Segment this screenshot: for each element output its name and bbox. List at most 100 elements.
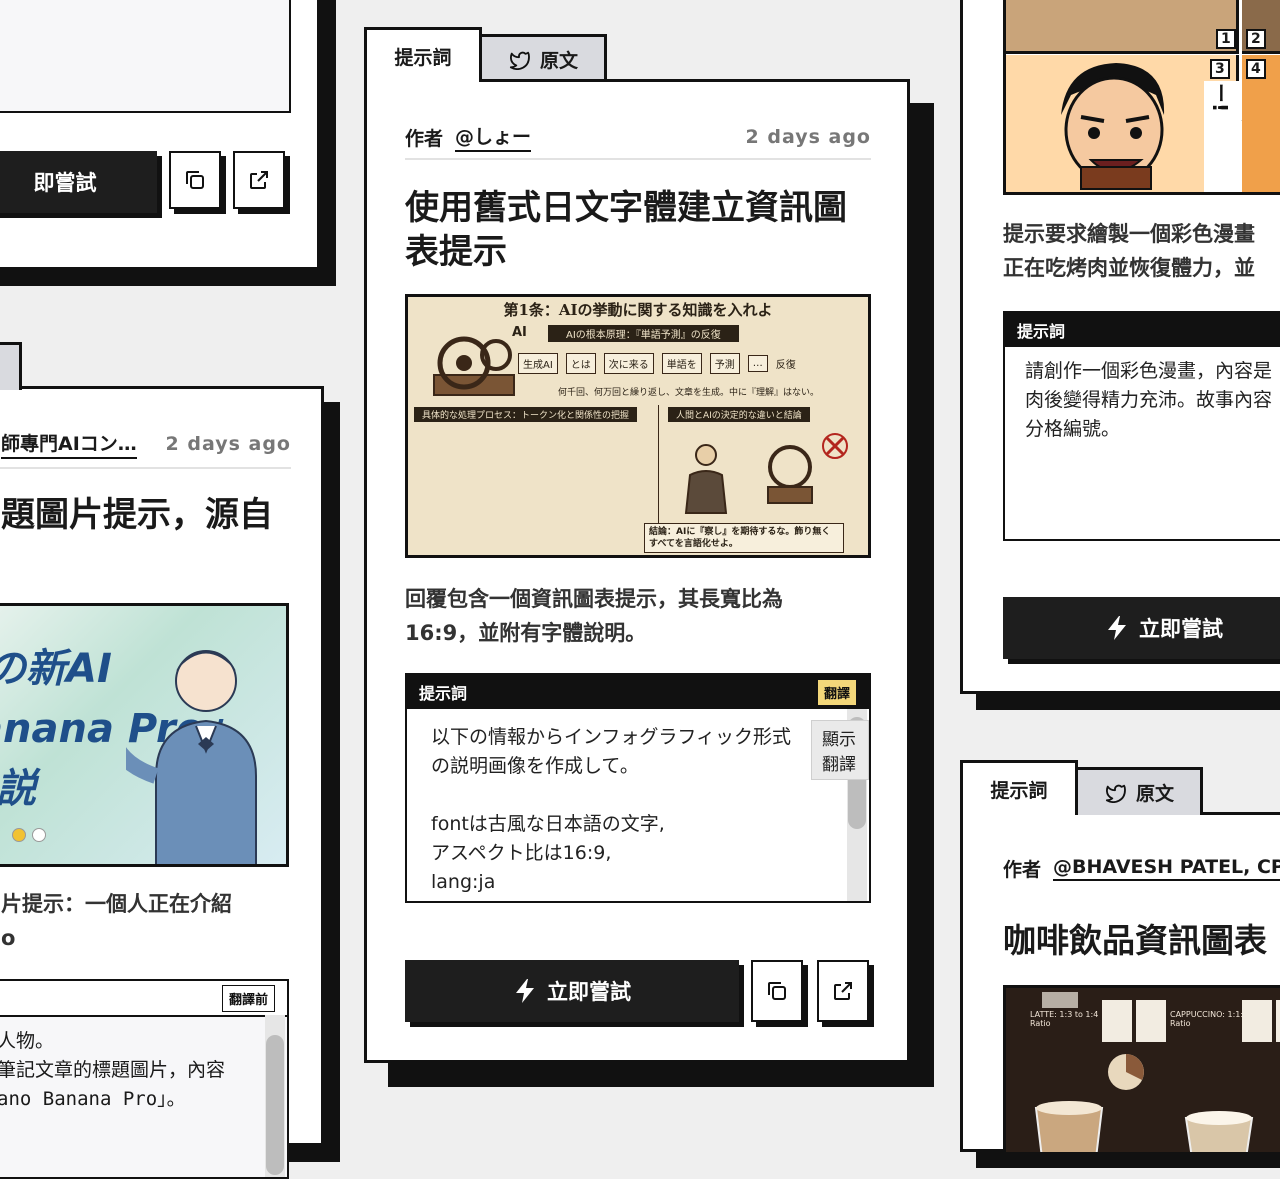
prompt-card-right-top: 1 2 3 うんめぇー! 4 提示要求繪製一個彩色漫畫 正在吃烤肉並恢復體力，並… — [960, 0, 1280, 694]
try-now-button[interactable]: 立即嘗試 — [405, 960, 739, 1022]
tab-original-label: 原文 — [539, 50, 578, 72]
external-link-icon — [250, 171, 268, 189]
author-label: 作者 — [405, 127, 444, 150]
translate-badge[interactable]: 翻譯 — [816, 678, 857, 706]
infographic-subtitle: AIの根本原理：『単語予測』の反復 — [548, 325, 739, 342]
author-link[interactable]: @しょー — [455, 122, 532, 152]
desc-line-2: o — [1, 926, 16, 950]
prompt-card-left: 師專門AIコン… 2 days ago 題圖片提示，源自 の新AI anana … — [0, 386, 324, 1179]
coffee-cups-illustration — [1034, 992, 1280, 1152]
scrollbar-thumb[interactable] — [266, 1035, 284, 1175]
prompt-box-header: 提示詞 — [1005, 313, 1280, 347]
tab-prompt[interactable]: 提示詞 — [364, 27, 482, 82]
desc-line-1: 提示要求繪製一個彩色漫畫 — [1003, 222, 1255, 246]
lightning-icon — [516, 979, 534, 1003]
manga-panel-1 — [1006, 0, 1239, 54]
tab-original[interactable]: 原文 — [1075, 767, 1203, 815]
show-translation-tooltip[interactable]: 顯示翻譯 — [811, 720, 869, 780]
prompt-line: ano Banana Pro」。 — [0, 1088, 186, 1110]
open-external-button[interactable] — [817, 960, 869, 1022]
card-title: 咖啡飲品資訊圖表 — [1003, 921, 1267, 960]
preview-image[interactable]: LATTE: 1:3 to 1:4 Ratio CAPPUCCINO: 1:1:… — [1003, 985, 1280, 1155]
prompt-card-right-bottom: 作者 @BHAVESH PATEL, CPA 咖啡飲品資訊圖表 LATTE: 1… — [960, 812, 1280, 1155]
copy-icon — [186, 171, 204, 189]
flow-step: 生成AI — [518, 353, 558, 374]
card-title: 題圖片提示，源自 — [1, 495, 273, 535]
tab-original-label: 原文 — [1135, 783, 1174, 805]
presenter-illustration — [126, 650, 257, 864]
try-now-label: 即嘗試 — [33, 171, 97, 195]
open-external-button[interactable] — [233, 151, 285, 209]
prompt-box: 翻譯前 人物。 筆記文章的標題圖片，內容 ano Banana Pro」。 — [0, 979, 289, 1179]
prompt-line: 人物。 — [0, 1030, 55, 1052]
card-meta: 作者 @BHAVESH PATEL, CPA — [1003, 855, 1280, 882]
desc-line-2: 正在吃烤肉並恢復體力，並 — [1003, 256, 1255, 280]
tab-prompt-label: 提示詞 — [990, 779, 1048, 802]
prompt-scrollbar[interactable] — [265, 1015, 285, 1177]
flow-step: … — [747, 355, 768, 372]
prompt-card-left-top: 即嘗試 — [0, 0, 320, 270]
flow-step: とは — [565, 353, 596, 374]
carousel-dot[interactable] — [32, 828, 46, 842]
prompt-lines: 人物。 筆記文章的標題圖片，內容 ano Banana Pro」。 — [0, 1017, 287, 1177]
card-title: 使用舊式日文字體建立資訊圖表提示 — [405, 188, 847, 272]
infographic-left-heading: 具体的な処理プロセス：トークン化と関係性の把握 — [414, 407, 638, 422]
panel-number: 2 — [1246, 29, 1266, 49]
prompt-box-title: 提示詞 — [419, 684, 468, 703]
card-description: 片提示：一個人正在介紹 o — [1, 887, 232, 955]
flow-step: 単語を — [661, 353, 702, 374]
copy-button[interactable] — [751, 960, 803, 1022]
infographic-flow: 生成AI とは 次に来る 単語を 予測 … 反復 — [518, 353, 796, 374]
tab-original[interactable]: 原文 — [479, 34, 607, 82]
preview-image[interactable]: 1 2 3 うんめぇー! 4 — [1003, 0, 1280, 195]
prompt-box-header: 提示詞 翻譯 — [407, 675, 869, 709]
image-text-line1: の新AI — [0, 646, 112, 692]
infographic-right-heading: 人間とAIの決定的な違いと結論 — [668, 407, 810, 422]
infographic-title: 第1条：AIの挙動に関する知識を入れよ — [503, 301, 773, 319]
flow-step: 次に来る — [603, 353, 654, 374]
author-section: 作者 @しょー — [405, 122, 532, 152]
post-time: 2 days ago — [745, 126, 871, 148]
twitter-bird-icon — [1105, 784, 1126, 803]
card-description: 提示要求繪製一個彩色漫畫 正在吃烤肉並恢復體力，並 — [1003, 217, 1255, 285]
panel-number: 1 — [1216, 29, 1236, 49]
card-description: 回覆包含一個資訊圖表提示，其長寬比為16:9，並附有字體說明。 — [405, 587, 783, 645]
tab-prompt[interactable] — [0, 342, 22, 390]
infographic-divider — [658, 405, 659, 525]
flow-step: 予測 — [709, 353, 740, 374]
try-now-button[interactable]: 即嘗試 — [0, 151, 157, 213]
prompt-box-title: 提示詞 — [1017, 322, 1066, 341]
tab-prompt[interactable]: 提示詞 — [960, 760, 1078, 815]
tab-prompt-label: 提示詞 — [394, 46, 452, 69]
prompt-box: 提示詞 請創作一個彩色漫畫，內容是 肉後變得精力充沛。故事內容 分格編號。 — [1003, 311, 1280, 541]
post-time: 2 days ago — [165, 433, 291, 455]
gear-machine-small-illustration — [767, 445, 813, 504]
card-meta: 師專門AIコン… 2 days ago — [1, 429, 291, 459]
prompt-text: 以下の情報からインフォグラフィック形式 の説明画像を作成して。 fontは古風な… — [431, 726, 792, 893]
before-translation-badge[interactable]: 翻譯前 — [221, 984, 275, 1012]
try-now-label: 立即嘗試 — [1139, 617, 1223, 641]
carousel-dots — [12, 828, 46, 842]
samurai-illustration — [684, 444, 728, 514]
prompt-textbox — [0, 0, 291, 113]
twitter-bird-icon — [509, 51, 530, 70]
infographic-note: 何千回、何万回と繰り返し、文章を生成。中に『理解』はない。 — [558, 388, 820, 398]
image-text-line3: 説 — [0, 766, 36, 812]
panel-number: 4 — [1246, 59, 1266, 79]
card-meta: 作者 @しょー 2 days ago — [405, 122, 871, 152]
copy-icon — [768, 982, 786, 1000]
preview-image[interactable]: の新AI anana Pro」 説 — [0, 603, 289, 867]
author-label: 作者 — [1003, 859, 1042, 881]
carousel-dot-active[interactable] — [12, 828, 26, 842]
prompt-text: 請創作一個彩色漫畫，內容是 肉後變得精力充沛。故事內容 分格編號。 — [1025, 360, 1273, 440]
panel-number: 3 — [1210, 59, 1230, 79]
try-now-button[interactable]: 立即嘗試 — [1003, 597, 1280, 659]
copy-button[interactable] — [169, 151, 221, 209]
author-link[interactable]: @BHAVESH PATEL, CPA — [1053, 856, 1280, 881]
author-link[interactable]: 師專門AIコン… — [1, 429, 137, 459]
cross-mark-icon — [822, 433, 848, 459]
gear-machine-illustration — [433, 336, 515, 396]
preview-image[interactable]: 第1条：AIの挙動に関する知識を入れよ AI AIの根本原理：『単語予測』の反復… — [405, 294, 871, 558]
prompt-line: 筆記文章的標題圖片，內容 — [0, 1059, 226, 1081]
prompt-card-center: 作者 @しょー 2 days ago 使用舊式日文字體建立資訊圖表提示 第1条：… — [364, 79, 910, 1063]
